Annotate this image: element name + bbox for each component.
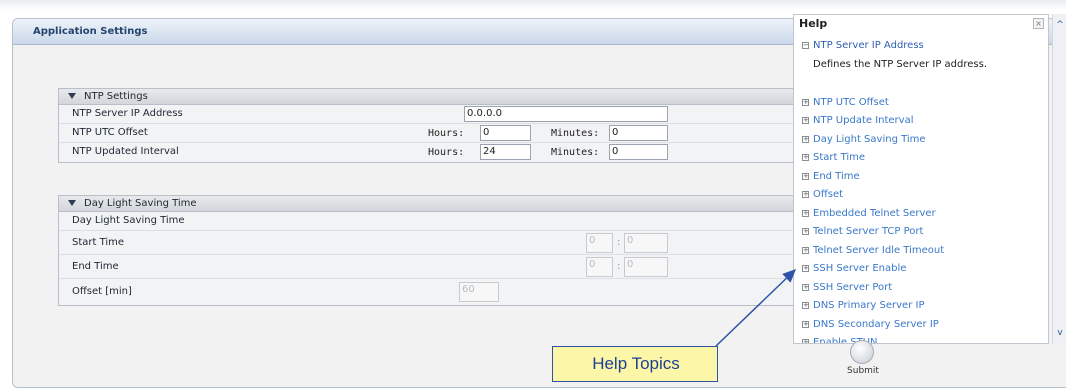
help-topic-label: DNS Primary Server IP — [813, 300, 925, 311]
close-icon[interactable]: × — [1033, 18, 1044, 29]
end-time-row: End Time 0 : 0 — [59, 255, 817, 279]
collapse-arrow-icon[interactable] — [68, 93, 76, 99]
utc-offset-minutes-input[interactable]: 0 — [609, 125, 668, 141]
colon-separator: : — [617, 261, 621, 272]
help-topic-label: Telnet Server TCP Port — [813, 226, 924, 237]
dst-enable-label: Day Light Saving Time — [72, 215, 185, 226]
help-topic-label: Embedded Telnet Server — [813, 207, 936, 219]
ntp-utc-offset-row: NTP UTC Offset Hours: 0 Minutes: 0 — [59, 124, 817, 143]
ntp-settings-title: NTP Settings — [84, 91, 148, 102]
help-topic-item[interactable]: + DNS Primary Server IP — [802, 300, 1042, 319]
ntp-settings-group: NTP Settings NTP Server IP Address 0.0.0… — [58, 88, 818, 163]
help-topic-item[interactable]: + End Time — [802, 171, 1042, 190]
hours-label: Hours: — [428, 147, 465, 158]
collapse-icon[interactable]: − — [802, 42, 809, 49]
expand-icon[interactable]: + — [802, 154, 809, 161]
expand-icon[interactable]: + — [802, 172, 809, 180]
offset-row: Offset [min] 60 — [59, 279, 817, 305]
help-topic-item[interactable]: + Start Time — [802, 152, 1042, 171]
help-topic-item[interactable]: + Offset — [802, 189, 1042, 208]
scroll-down-icon[interactable]: v — [1055, 328, 1065, 338]
hours-label: Hours: — [428, 128, 465, 139]
help-topic-item[interactable]: + Telnet Server TCP Port — [802, 226, 1042, 245]
offset-label: Offset [min] — [72, 286, 132, 297]
ntp-server-ip-label: NTP Server IP Address — [72, 108, 183, 119]
submit-button[interactable]: Submit — [843, 340, 883, 378]
help-topic-label: Offset — [813, 189, 844, 200]
expand-icon[interactable]: + — [802, 228, 809, 235]
help-topics-callout: Help Topics — [552, 346, 718, 382]
scroll-up-icon[interactable]: ^ — [1055, 20, 1065, 30]
callout-text: Help Topics — [592, 354, 680, 373]
help-topic-item[interactable]: + SSH Server Port — [802, 282, 1042, 301]
help-topic-item[interactable]: + Enable STUN — [802, 337, 1042, 343]
expand-icon[interactable]: + — [802, 302, 809, 309]
start-time-row: Start Time 0 : 0 — [59, 231, 817, 255]
top-strip — [0, 0, 1066, 10]
help-topic-item[interactable]: + Telnet Server Idle Timeout — [802, 245, 1042, 264]
offset-input[interactable]: 60 — [459, 282, 499, 302]
help-topic-item[interactable]: + NTP Update Interval — [802, 115, 1042, 134]
expand-icon[interactable]: + — [802, 283, 809, 291]
help-topic-label: NTP UTC Offset — [813, 96, 889, 108]
help-topic-label: SSH Server Enable — [813, 263, 907, 274]
expand-icon[interactable]: + — [802, 191, 809, 198]
collapse-arrow-icon[interactable] — [68, 200, 76, 206]
colon-separator: : — [617, 237, 621, 248]
help-topic-label: SSH Server Port — [813, 281, 893, 293]
help-panel: Help × − NTP Server IP Address Defines t… — [793, 14, 1049, 344]
expand-icon[interactable]: + — [802, 246, 809, 254]
help-topics-list: − NTP Server IP Address Defines the NTP … — [802, 40, 1042, 343]
end-time-label: End Time — [72, 261, 119, 272]
utc-offset-hours-input[interactable]: 0 — [480, 125, 531, 141]
start-time-field-1[interactable]: 0 — [586, 233, 613, 253]
ntp-settings-header[interactable]: NTP Settings — [59, 89, 817, 105]
dst-header[interactable]: Day Light Saving Time — [59, 196, 817, 212]
expand-icon[interactable]: + — [802, 339, 809, 343]
help-topic-label: Day Light Saving Time — [813, 133, 926, 145]
help-topic-label: Telnet Server Idle Timeout — [813, 244, 945, 256]
ntp-server-ip-row: NTP Server IP Address 0.0.0.0 — [59, 105, 817, 124]
help-scrollbar[interactable]: ^ v — [1052, 14, 1066, 344]
submit-icon[interactable] — [850, 340, 874, 364]
expand-icon[interactable]: + — [802, 117, 809, 124]
help-topic-item[interactable]: + DNS Secondary Server IP — [802, 319, 1042, 338]
start-time-field-2[interactable]: 0 — [624, 233, 668, 253]
help-topic-label: DNS Secondary Server IP — [813, 318, 939, 330]
dst-group: Day Light Saving Time Day Light Saving T… — [58, 195, 818, 306]
expand-icon[interactable]: + — [802, 265, 809, 272]
help-title: Help — [799, 17, 828, 30]
help-topic-label: End Time — [813, 170, 860, 182]
help-topic-label: NTP Update Interval — [813, 115, 914, 126]
dst-title: Day Light Saving Time — [84, 198, 197, 209]
update-interval-hours-input[interactable]: 24 — [480, 144, 531, 160]
panel-title: Application Settings — [33, 26, 148, 37]
ntp-utc-offset-label: NTP UTC Offset — [72, 127, 148, 138]
update-interval-minutes-input[interactable]: 0 — [609, 144, 668, 160]
expand-icon[interactable]: + — [802, 320, 809, 328]
dst-enable-row: Day Light Saving Time — [59, 212, 817, 231]
app-screen: Application Settings NTP Settings NTP Se… — [0, 0, 1066, 388]
help-topic-item[interactable]: + SSH Server Enable — [802, 263, 1042, 282]
expand-icon[interactable]: + — [802, 209, 809, 217]
start-time-label: Start Time — [72, 237, 125, 248]
minutes-label: Minutes: — [551, 128, 600, 139]
ntp-server-ip-input[interactable]: 0.0.0.0 — [464, 106, 668, 122]
help-topic-item[interactable]: + Embedded Telnet Server — [802, 208, 1042, 227]
expand-icon[interactable]: + — [802, 135, 809, 143]
help-topic-expanded[interactable]: − NTP Server IP Address — [802, 40, 1042, 59]
help-topic-description: Defines the NTP Server IP address. — [813, 58, 988, 70]
end-time-field-2[interactable]: 0 — [624, 257, 668, 277]
minutes-label: Minutes: — [551, 147, 600, 158]
help-topic-label: Start Time — [813, 152, 866, 163]
ntp-update-interval-row: NTP Updated Interval Hours: 24 Minutes: … — [59, 143, 817, 162]
help-topic-item[interactable]: + Day Light Saving Time — [802, 134, 1042, 153]
end-time-field-1[interactable]: 0 — [586, 257, 613, 277]
expand-icon[interactable]: + — [802, 98, 809, 106]
ntp-update-interval-label: NTP Updated Interval — [72, 146, 179, 157]
submit-label: Submit — [847, 366, 879, 376]
help-topic-label: NTP Server IP Address — [813, 40, 924, 51]
help-topic-item[interactable]: + NTP UTC Offset — [802, 97, 1042, 116]
